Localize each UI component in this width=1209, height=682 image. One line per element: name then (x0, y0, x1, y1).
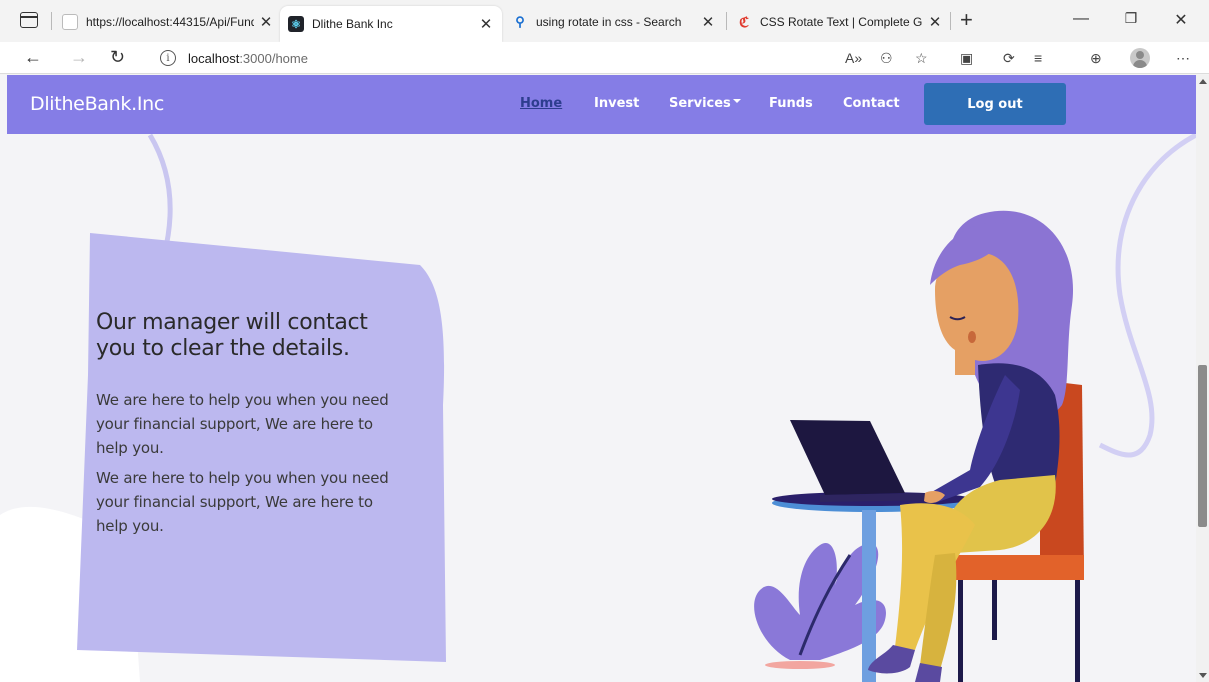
url-host: localhost (188, 50, 240, 66)
tab-title: https://localhost:44315/Api/Fund (86, 15, 254, 29)
scrollbar-thumb[interactable] (1198, 365, 1207, 527)
decorative-curve-line-right (1098, 132, 1196, 458)
nav-link-home[interactable]: Home (520, 96, 562, 111)
profile-avatar[interactable] (1130, 48, 1150, 68)
collections-add-icon[interactable]: ⊕ (1090, 49, 1102, 67)
tab-dlithe-bank[interactable]: ⚛ Dlithe Bank Inc ✕ (280, 6, 502, 42)
read-aloud-icon[interactable]: A» (845, 49, 862, 67)
tab-separator (51, 12, 52, 30)
close-icon[interactable]: ✕ (258, 13, 274, 31)
collections-icon[interactable]: ▣ (960, 49, 973, 67)
tab-separator (950, 12, 951, 30)
url-input[interactable]: i localhost:3000/home (142, 44, 952, 72)
hero-title: Our manager will contact you to clear th… (96, 310, 368, 361)
refresh-icon[interactable]: ↻ (110, 47, 125, 67)
page-icon (62, 14, 78, 30)
nav-dropdown-label: Services (669, 96, 731, 111)
sync-icon[interactable]: ⟳ (1003, 49, 1015, 67)
tab-css-rotate[interactable]: ℭ CSS Rotate Text | Complete Guide ✕ (736, 8, 943, 36)
close-window-icon[interactable]: ✕ (1158, 10, 1204, 30)
chevron-down-icon (732, 98, 741, 103)
scroll-down-arrow-icon[interactable] (1199, 673, 1207, 678)
close-icon[interactable]: ✕ (700, 13, 716, 31)
favorites-list-icon[interactable]: ≡ (1034, 49, 1042, 67)
tab-title: CSS Rotate Text | Complete Guide (760, 15, 923, 29)
nav-link-contact[interactable]: Contact (843, 96, 900, 111)
woman-illustration (868, 210, 1074, 682)
page-scrollbar[interactable] (1196, 75, 1209, 682)
logout-button[interactable]: Log out (924, 83, 1066, 125)
extension-icon[interactable]: ⚇ (880, 49, 893, 67)
laptop-illustration (790, 420, 938, 502)
info-icon[interactable]: i (160, 50, 176, 66)
browser-tab-bar: https://localhost:44315/Api/Fund ✕ ⚛ Dli… (0, 0, 1209, 42)
site-logo-icon: ℭ (739, 13, 749, 30)
page-viewport: DlitheBank.Inc Home Invest Services Fund… (0, 75, 1196, 682)
tab-separator (726, 12, 727, 30)
url-path: :3000/home (239, 50, 308, 66)
favorite-star-icon[interactable]: ☆ (915, 49, 928, 67)
scroll-up-arrow-icon[interactable] (1199, 79, 1207, 84)
minimize-icon[interactable]: — (1058, 10, 1104, 28)
new-tab-icon[interactable]: + (960, 8, 973, 32)
tab-search[interactable]: ⚲ using rotate in css - Search ✕ (512, 8, 716, 36)
brand-logo[interactable]: DlitheBank.Inc (30, 93, 164, 115)
close-icon[interactable]: ✕ (927, 13, 943, 31)
forward-icon[interactable]: → (70, 47, 88, 67)
hero-paragraph: We are here to help you when you need yo… (96, 469, 389, 535)
restore-icon[interactable]: ❐ (1108, 10, 1154, 27)
tab-actions-icon[interactable] (20, 12, 38, 28)
more-menu-icon[interactable]: ⋯ (1176, 49, 1190, 67)
nav-link-funds[interactable]: Funds (769, 96, 813, 111)
react-icon: ⚛ (288, 16, 304, 32)
tab-title: Dlithe Bank Inc (312, 17, 393, 31)
browser-address-bar: ← → ↻ i localhost:3000/home A» ⚇ ☆ ▣ ⟳ ≡… (0, 42, 1209, 74)
back-icon[interactable]: ← (24, 47, 42, 67)
site-navbar: DlitheBank.Inc Home Invest Services Fund… (7, 75, 1196, 134)
hero-paragraph: We are here to help you when you need yo… (96, 391, 389, 457)
search-icon: ⚲ (515, 14, 525, 29)
tab-api-fund[interactable]: https://localhost:44315/Api/Fund ✕ (62, 8, 274, 36)
tab-title: using rotate in css - Search (536, 15, 682, 29)
nav-link-invest[interactable]: Invest (594, 96, 639, 111)
hero-text-block: Our manager will contact you to clear th… (96, 310, 396, 544)
close-icon[interactable]: ✕ (478, 15, 494, 33)
nav-dropdown-services[interactable]: Services (669, 96, 741, 111)
